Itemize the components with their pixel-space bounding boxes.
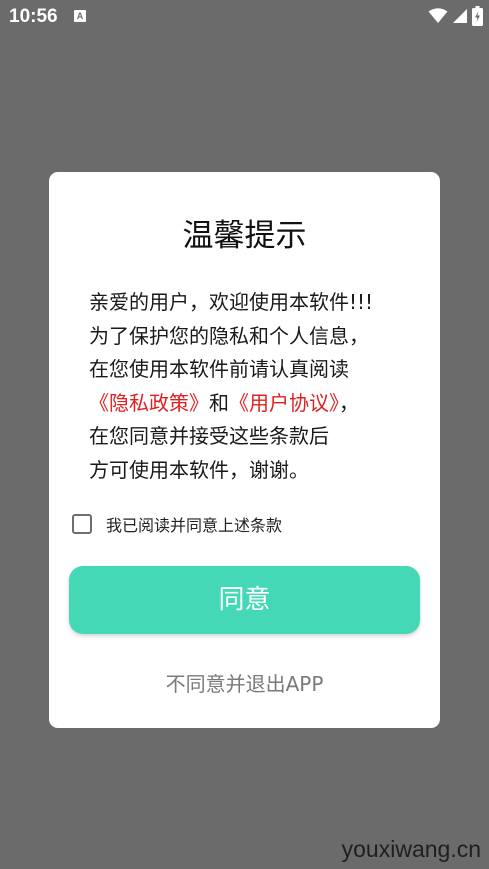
agree-checkbox[interactable] (72, 514, 92, 534)
body-line-2: 为了保护您的隐私和个人信息， (89, 323, 369, 348)
status-icons (428, 6, 483, 26)
body-line-3: 在您使用本软件前请认真阅读 (89, 357, 349, 381)
body-line-5: 在您同意并接受这些条款后 (89, 424, 329, 448)
agree-button[interactable]: 同意 (69, 566, 420, 634)
disagree-exit-button[interactable]: 不同意并退出APP (0, 668, 489, 697)
dialog-title: 温馨提示 (182, 218, 307, 254)
status-bar: 10:56 A (0, 0, 489, 34)
body-line-6: 方可使用本软件，谢谢。 (89, 457, 309, 482)
battery-charging-icon (472, 6, 483, 26)
agree-terms-row[interactable]: 我已阅读并同意上述条款 (72, 512, 282, 536)
agree-checkbox-label[interactable]: 我已阅读并同意上述条款 (106, 512, 282, 536)
watermark: youxiwang.cn (341, 836, 481, 862)
dialog-body: 亲爱的用户，欢迎使用本软件!!! 为了保护您的隐私和个人信息， 在您使用本软件前… (89, 286, 419, 487)
notification-icon: A (74, 10, 86, 22)
link-joiner: 和 (209, 390, 229, 415)
privacy-policy-link[interactable]: 《隐私政策》 (89, 391, 209, 415)
wifi-icon (428, 8, 448, 24)
body-line-links: 《隐私政策》和《用户协议》， (89, 387, 419, 421)
link-suffix: ， (339, 390, 359, 415)
body-line-1: 亲爱的用户，欢迎使用本软件!!! (89, 290, 374, 314)
signal-icon (452, 8, 468, 24)
screen: 10:56 A 温馨提示 亲爱的用户，欢迎使用本软件!!! 为了保护您的隐私和个… (0, 0, 489, 869)
user-agreement-link[interactable]: 《用户协议》 (229, 391, 339, 415)
status-time: 10:56 (9, 6, 58, 27)
